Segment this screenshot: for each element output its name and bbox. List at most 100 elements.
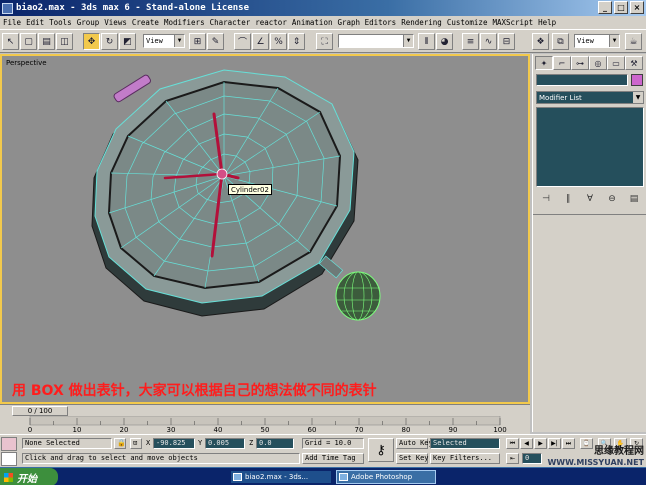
- windows-taskbar: 开始 biao2.max - 3ds... Adobe Photoshop: [0, 467, 646, 485]
- edit-named-selections-icon[interactable]: ⛶: [316, 33, 333, 50]
- maxscript-listener-white[interactable]: [1, 452, 17, 466]
- menu-customize[interactable]: Customize: [447, 18, 488, 27]
- absolute-mode-icon[interactable]: ⊡: [130, 438, 142, 449]
- key-filters-button[interactable]: Key Filters...: [430, 453, 500, 464]
- taskbar-item-label: biao2.max - 3ds...: [245, 473, 309, 481]
- modifier-list-dropdown[interactable]: Modifier List ▼: [536, 91, 644, 104]
- trackbar-tick-label: 100: [493, 426, 506, 434]
- create-tab-icon[interactable]: ✦: [535, 56, 553, 70]
- z-coordinate-field[interactable]: 0.0: [256, 438, 294, 449]
- select-and-scale-icon[interactable]: ◩: [119, 33, 136, 50]
- menu-bar: File Edit Tools Group Views Create Modif…: [0, 16, 646, 29]
- menu-edit[interactable]: Edit: [26, 18, 44, 27]
- object-name-field[interactable]: [536, 74, 628, 86]
- lock-selection-icon[interactable]: 🔒: [114, 438, 126, 449]
- close-button[interactable]: ×: [630, 1, 644, 14]
- start-button[interactable]: 开始: [0, 468, 58, 485]
- select-manipulate-icon[interactable]: ✎: [207, 33, 224, 50]
- trackbar-tick-label: 10: [73, 426, 82, 434]
- menu-modifiers[interactable]: Modifiers: [164, 18, 205, 27]
- window-controls: _ □ ×: [598, 1, 644, 14]
- pivot-center-icon[interactable]: ⊞: [189, 33, 206, 50]
- named-selection-dropdown[interactable]: ▼: [338, 34, 414, 48]
- parameters-rollout: [533, 214, 646, 432]
- mirror-icon[interactable]: ⫴: [418, 33, 435, 50]
- quick-render-icon[interactable]: ☕: [625, 33, 642, 50]
- pin-stack-icon[interactable]: ⊣: [539, 192, 553, 206]
- modify-tab-icon[interactable]: ⌐: [553, 56, 571, 70]
- go-to-start-icon[interactable]: ⏮: [506, 438, 519, 449]
- motion-tab-icon[interactable]: ◎: [589, 56, 607, 70]
- configure-sets-icon[interactable]: ▤: [627, 192, 641, 206]
- site-watermark: 思缘教程网 WWW.MISSYUAN.NET: [547, 446, 644, 468]
- menu-create[interactable]: Create: [132, 18, 159, 27]
- select-region-icon[interactable]: ▢: [20, 33, 37, 50]
- key-mode-toggle-icon[interactable]: ⇤: [506, 453, 519, 464]
- key-mode-dropdown[interactable]: Selected: [430, 438, 500, 449]
- photoshop-taskbar-icon: [339, 473, 348, 481]
- material-editor-icon[interactable]: ❖: [532, 33, 549, 50]
- percent-snap-icon[interactable]: %: [270, 33, 287, 50]
- taskbar-item-photoshop[interactable]: Adobe Photoshop: [336, 470, 436, 484]
- menu-reactor[interactable]: reactor: [255, 18, 287, 27]
- auto-key-button[interactable]: Auto Key: [396, 438, 433, 449]
- current-frame-field[interactable]: 0: [522, 453, 542, 464]
- menu-character[interactable]: Character: [210, 18, 251, 27]
- add-time-tag-button[interactable]: Add Time Tag: [302, 453, 364, 464]
- maximize-button[interactable]: □: [614, 1, 628, 14]
- trackbar-tick-label: 70: [355, 426, 364, 434]
- trackbar-tick-label: 0: [28, 426, 32, 434]
- object-color-swatch[interactable]: [631, 74, 643, 86]
- snap-toggle-icon[interactable]: ⌒: [234, 33, 251, 50]
- set-key-button[interactable]: Set Key: [396, 453, 429, 464]
- perspective-viewport[interactable]: Perspective Cylinder02 用 BOX 做出表针，大家可以根据…: [0, 54, 530, 404]
- show-end-result-icon[interactable]: ∥: [561, 192, 575, 206]
- play-icon[interactable]: ▶: [534, 438, 547, 449]
- render-view-dropdown[interactable]: View ▼: [574, 34, 620, 48]
- menu-help[interactable]: Help: [538, 18, 556, 27]
- curve-editor-icon[interactable]: ∿: [480, 33, 497, 50]
- spinner-snap-icon[interactable]: ⇕: [288, 33, 305, 50]
- remove-modifier-icon[interactable]: ⊖: [605, 192, 619, 206]
- taskbar-item-3dsmax[interactable]: biao2.max - 3ds...: [230, 470, 332, 484]
- menu-group[interactable]: Group: [77, 18, 100, 27]
- trackbar-tick-label: 80: [402, 426, 411, 434]
- y-coordinate-field[interactable]: 0.005: [205, 438, 245, 449]
- window-crossing-icon[interactable]: ◫: [56, 33, 73, 50]
- select-pointer-icon[interactable]: ↖: [2, 33, 19, 50]
- modifier-stack[interactable]: [536, 107, 644, 187]
- menu-file[interactable]: File: [3, 18, 21, 27]
- angle-snap-icon[interactable]: ∠: [252, 33, 269, 50]
- trackbar-tick-label: 30: [167, 426, 176, 434]
- select-by-name-icon[interactable]: ▤: [38, 33, 55, 50]
- time-slider-thumb[interactable]: 0 / 100: [12, 406, 68, 416]
- schematic-view-icon[interactable]: ⊟: [498, 33, 515, 50]
- render-scene-icon[interactable]: ⧉: [552, 33, 569, 50]
- layer-manager-icon[interactable]: ≡: [462, 33, 479, 50]
- x-coordinate-field[interactable]: -90.825: [153, 438, 195, 449]
- viewport-scene: [91, 69, 381, 321]
- make-unique-icon[interactable]: ∀: [583, 192, 597, 206]
- menu-views[interactable]: Views: [104, 18, 127, 27]
- select-and-rotate-icon[interactable]: ↻: [101, 33, 118, 50]
- taskbar-item-label: Adobe Photoshop: [351, 473, 413, 481]
- previous-frame-icon[interactable]: ◀: [520, 438, 533, 449]
- hierarchy-tab-icon[interactable]: ⊶: [571, 56, 589, 70]
- menu-rendering[interactable]: Rendering: [401, 18, 442, 27]
- menu-graph-editors[interactable]: Graph Editors: [337, 18, 396, 27]
- menu-tools[interactable]: Tools: [49, 18, 72, 27]
- prompt-line: Click and drag to select and move object…: [22, 453, 300, 464]
- track-bar[interactable]: 0 10 20 30 40 50 60 70 80 90 100: [0, 416, 530, 434]
- utilities-tab-icon[interactable]: ⚒: [625, 56, 643, 70]
- reference-coordinate-dropdown[interactable]: View ▼: [143, 34, 185, 48]
- maxscript-listener-pink[interactable]: [1, 437, 17, 451]
- display-tab-icon[interactable]: ▭: [607, 56, 625, 70]
- minimize-button[interactable]: _: [598, 1, 612, 14]
- set-key-icon[interactable]: ⚷: [368, 438, 394, 462]
- reference-coordinate-value: View: [146, 37, 163, 45]
- menu-animation[interactable]: Animation: [292, 18, 333, 27]
- time-slider[interactable]: 0 / 100: [0, 404, 530, 416]
- select-and-move-icon[interactable]: ✥: [83, 33, 100, 50]
- menu-maxscript[interactable]: MAXScript: [492, 18, 533, 27]
- align-icon[interactable]: ◕: [436, 33, 453, 50]
